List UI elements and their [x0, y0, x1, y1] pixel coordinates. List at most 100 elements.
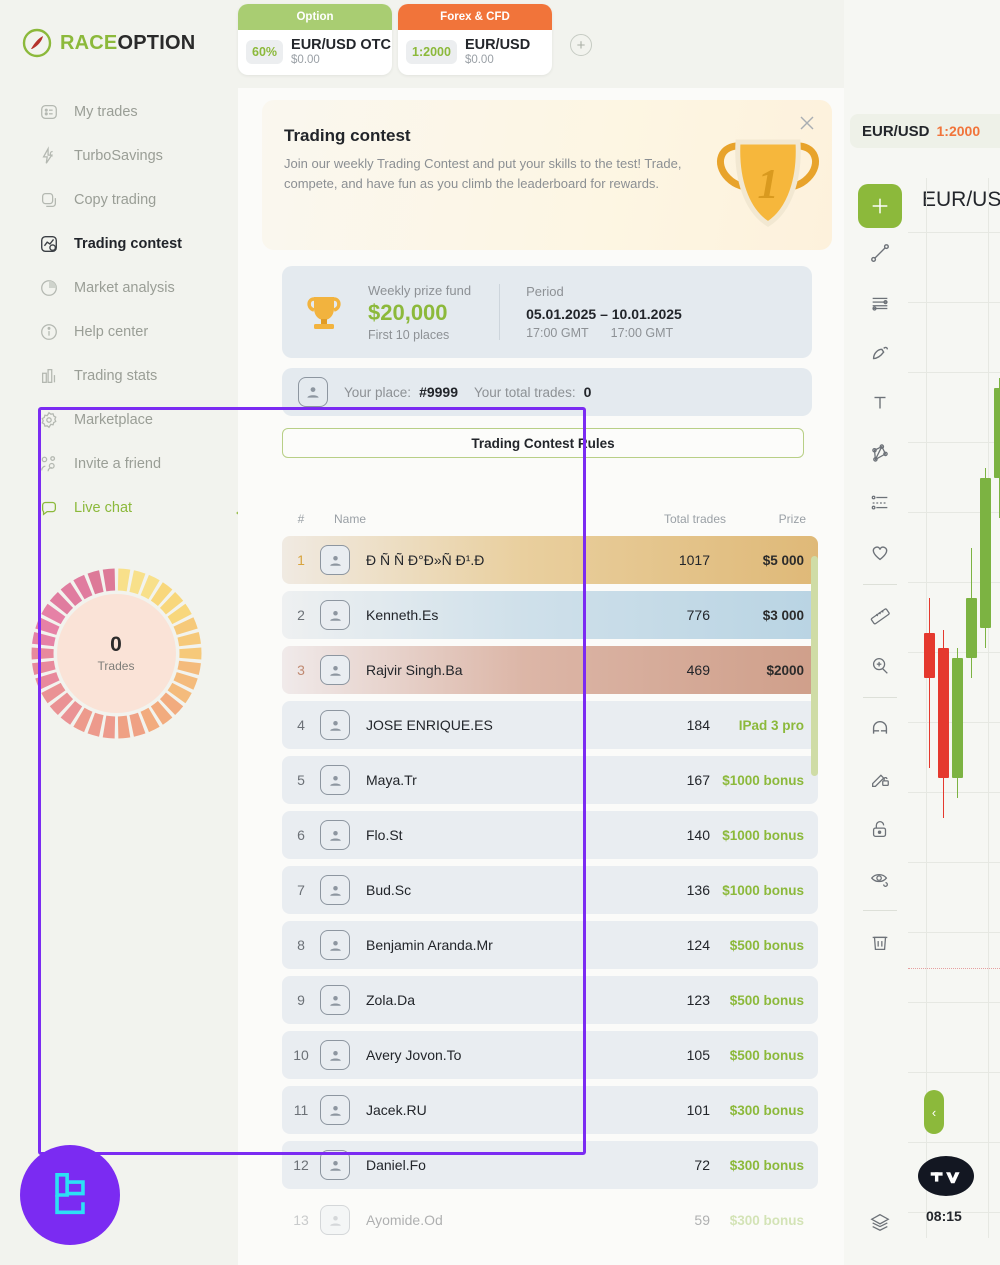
table-row[interactable]: 4 JOSE ENRIQUE.ES 184 IPad 3 pro	[282, 701, 818, 749]
table-row[interactable]: 2 Kenneth.Es 776 $3 000	[282, 591, 818, 639]
add-asset-label: +	[576, 36, 586, 54]
pencil-lock-icon[interactable]	[858, 754, 902, 804]
row-avatar-cell	[320, 1205, 354, 1235]
period-dates: 05.01.2025 – 10.01.2025	[526, 306, 682, 322]
pattern-icon[interactable]	[858, 428, 902, 478]
sidebar-item-live-chat[interactable]: Live chat	[0, 486, 232, 530]
crosshair-icon[interactable]	[858, 184, 902, 228]
chevron-left-icon[interactable]: ‹	[924, 1090, 944, 1134]
chart-symbol: EUR/USD	[862, 122, 930, 140]
table-row[interactable]: 12 Daniel.Fo 72 $300 bonus	[282, 1141, 818, 1189]
period-label: Period	[526, 284, 564, 299]
asset-tab-option[interactable]: Option 60% EUR/USD OTC $0.00	[238, 4, 392, 75]
sidebar-item-invite-a-friend[interactable]: Invite a friend	[0, 442, 232, 486]
row-rank: 5	[297, 772, 305, 788]
sidebar-item-label: Market analysis	[74, 280, 175, 296]
leaderboard[interactable]: # Name Total trades Prize 1 Ð Ñ Ñ Ð°Ð»Ñ Ð…	[282, 502, 818, 1236]
row-name: Benjamin Aranda.Mr	[366, 937, 493, 953]
user-avatar-icon	[298, 377, 328, 407]
asset-tab-symbol: EUR/USD OTC	[291, 37, 391, 53]
table-row[interactable]: 13 Ayomide.Od 59 $300 bonus	[282, 1196, 818, 1236]
table-row[interactable]: 3 Rajvir Singh.Ba 469 $2000	[282, 646, 818, 694]
price-chart[interactable]: EUR/USD ‹ 08:15	[908, 178, 1000, 1238]
layers-icon[interactable]	[858, 1197, 902, 1247]
table-row[interactable]: 10 Avery Jovon.To 105 $500 bonus	[282, 1031, 818, 1079]
row-rank: 6	[297, 827, 305, 843]
table-row[interactable]: 5 Maya.Tr 167 $1000 bonus	[282, 756, 818, 804]
table-row[interactable]: 8 Benjamin Aranda.Mr 124 $500 bonus	[282, 921, 818, 969]
trophy-icon	[302, 290, 346, 334]
asset-tab-caption: Option	[238, 4, 392, 30]
sidebar-item-market-analysis[interactable]: Market analysis	[0, 266, 232, 310]
gear-badge-icon	[38, 409, 60, 431]
user-avatar-icon	[320, 1150, 350, 1180]
copy-icon	[38, 189, 60, 211]
asset-tab-payout: 60%	[246, 39, 284, 64]
sidebar-item-label: Invite a friend	[74, 456, 162, 472]
trading-contest-rules-button[interactable]: Trading Contest Rules	[282, 428, 804, 458]
sidebar-item-trading-stats[interactable]: Trading stats	[0, 354, 232, 398]
trash-icon[interactable]	[858, 917, 902, 967]
asset-tab-symbol: EUR/USD	[464, 37, 531, 53]
table-row[interactable]: 11 Jacek.RU 101 $300 bonus	[282, 1086, 818, 1134]
plus-circle-icon[interactable]: +	[570, 34, 592, 56]
brand-part1: RACE	[60, 31, 118, 54]
tradingview-icon[interactable]	[918, 1156, 974, 1196]
divider	[499, 284, 501, 340]
table-row[interactable]: 9 Zola.Da 123 $500 bonus	[282, 976, 818, 1024]
ruler-icon[interactable]	[858, 591, 902, 641]
chart-symbol-chip[interactable]: EUR/USD 1:2000	[850, 114, 1000, 148]
text-tool-icon[interactable]	[858, 378, 902, 428]
table-row[interactable]: 6 Flo.St 140 $1000 bonus	[282, 811, 818, 859]
sidebar-item-help-center[interactable]: Help center	[0, 310, 232, 354]
sidebar-item-copy-trading[interactable]: Copy trading	[0, 178, 232, 222]
asset-tab-names: EUR/USD $0.00	[465, 37, 530, 67]
trophy-1st-place-icon: 1	[698, 130, 828, 242]
column-header-prize: Prize	[778, 512, 806, 526]
row-prize: $300 bonus	[729, 1157, 804, 1173]
period-start-date: 05.01.2025	[526, 306, 597, 322]
asset-tab-forex-cfd[interactable]: Forex & CFD 1:2000 EUR/USD $0.00	[398, 4, 552, 75]
sidebar-item-my-trades[interactable]: My trades	[0, 90, 232, 134]
row-avatar-cell	[320, 1150, 354, 1180]
table-row[interactable]: 1 Ð Ñ Ñ Ð°Ð»Ñ Ð¹.Ð 1017 $5 000	[282, 536, 818, 584]
user-avatar-icon	[320, 985, 350, 1015]
brush-icon[interactable]	[858, 328, 902, 378]
heart-icon[interactable]	[858, 528, 902, 578]
your-trades-value: 0	[583, 384, 592, 400]
bar-chart-icon	[38, 365, 60, 387]
sidebar-item-turbosavings[interactable]: TurboSavings	[0, 134, 232, 178]
sidebar-item-label: Trading contest	[74, 236, 182, 252]
lock-icon[interactable]	[858, 804, 902, 854]
row-prize: IPad 3 pro	[738, 717, 804, 733]
scrollbar-thumb[interactable]	[811, 556, 818, 776]
brand-logo[interactable]: RACEOPTION	[0, 0, 232, 58]
your-place-value: #9999	[419, 384, 458, 400]
brand-text: RACEOPTION	[60, 32, 195, 55]
user-avatar-icon	[320, 820, 350, 850]
sidebar-item-label: Live chat	[74, 500, 133, 516]
table-row[interactable]: 7 Bud.Sc 136 $1000 bonus	[282, 866, 818, 914]
eye-hide-icon[interactable]	[858, 854, 902, 904]
row-avatar-cell	[320, 545, 354, 575]
trend-line-icon[interactable]	[858, 228, 902, 278]
your-trades-label: Your total trades:	[474, 384, 576, 400]
magnet-icon[interactable]	[858, 704, 902, 754]
sidebar-item-label: Marketplace	[74, 412, 153, 428]
sidebar-item-trading-contest[interactable]: Trading contest	[0, 222, 232, 266]
gridline	[908, 1002, 1000, 1003]
asset-tab-caption: Forex & CFD	[398, 4, 552, 30]
forecast-icon[interactable]	[858, 478, 902, 528]
contest-star-icon	[38, 233, 60, 255]
row-trades: 123	[686, 992, 710, 1008]
period-start-time: 17:00 GMT	[526, 326, 589, 340]
row-trades: 469	[686, 662, 710, 678]
leaderboard-scrollbar[interactable]	[811, 546, 818, 1206]
horizontal-lines-icon[interactable]	[858, 278, 902, 328]
gridline	[908, 372, 1000, 373]
row-prize: $500 bonus	[729, 992, 804, 1008]
trades-donut-wrap: 0 Trades	[0, 566, 232, 741]
sidebar-item-marketplace[interactable]: Marketplace	[0, 398, 232, 442]
divider	[863, 584, 897, 585]
zoom-in-icon[interactable]	[858, 641, 902, 691]
